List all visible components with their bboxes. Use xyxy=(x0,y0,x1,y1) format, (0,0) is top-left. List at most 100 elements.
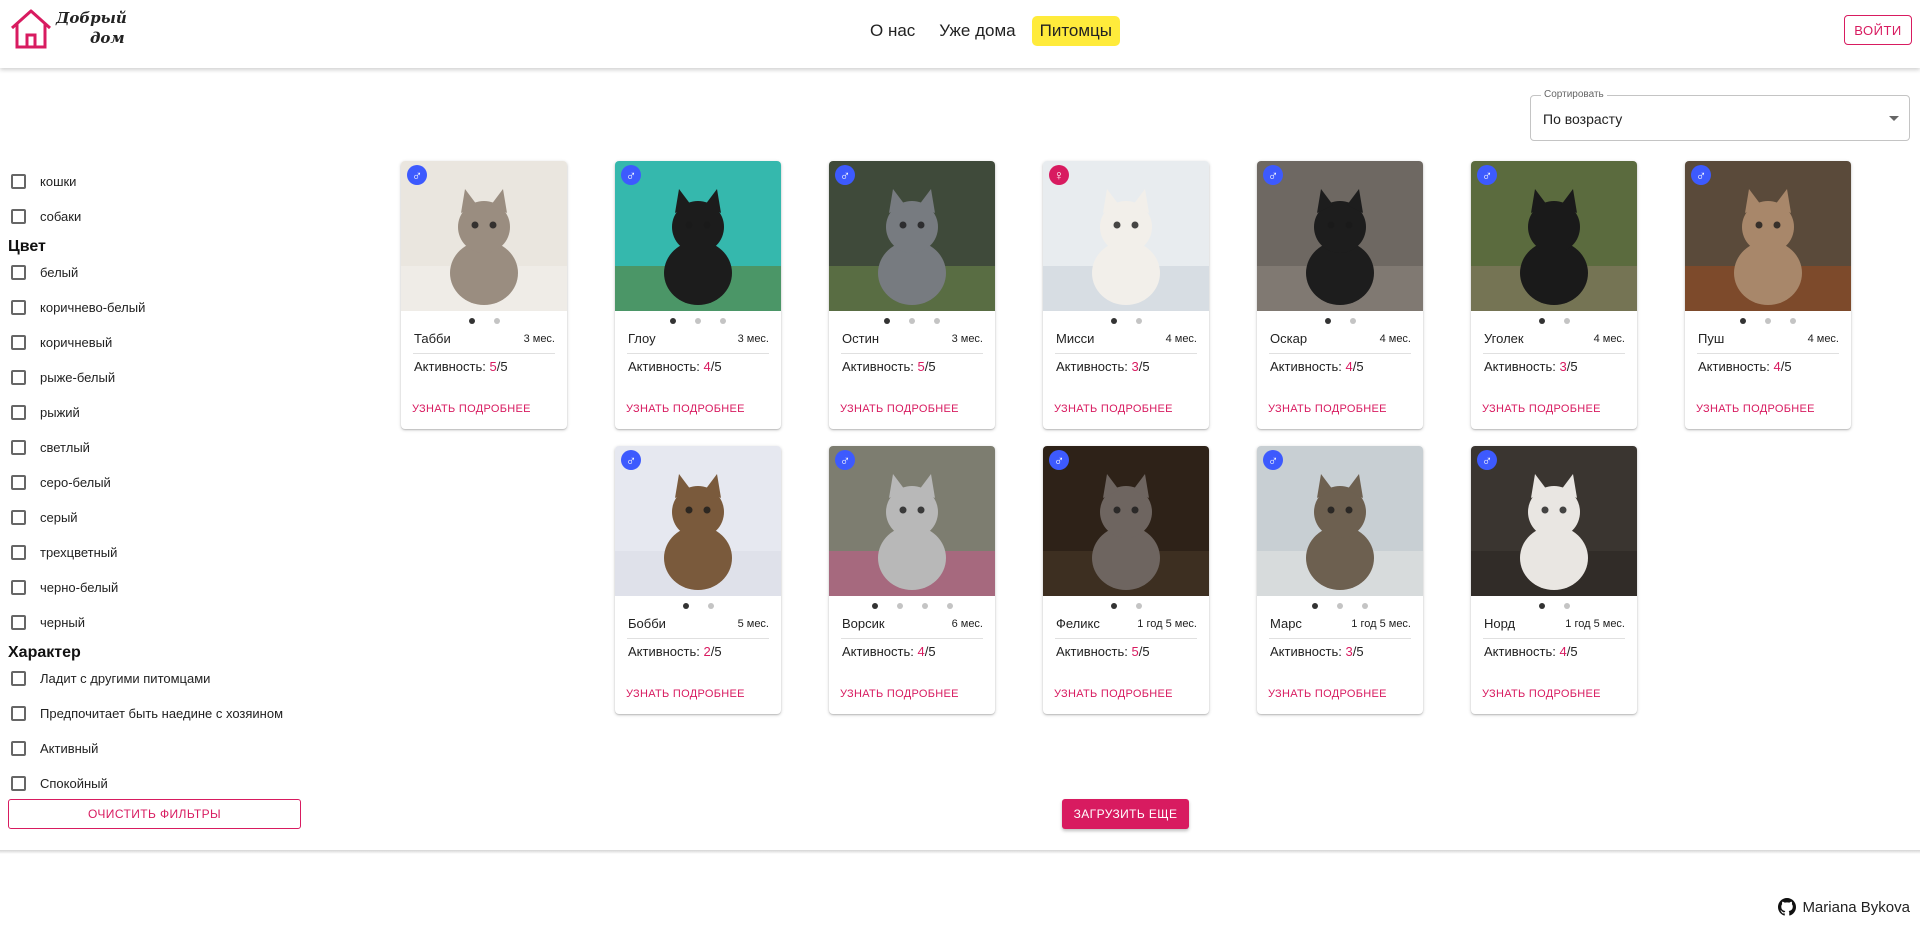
pet-photo[interactable]: ♂ xyxy=(829,446,995,596)
carousel-dot[interactable] xyxy=(1324,318,1331,324)
pet-photo[interactable]: ♂ xyxy=(1043,446,1209,596)
checkbox[interactable] xyxy=(11,671,26,686)
pet-card[interactable]: ♂ Табби 3 мес. Активность: 5/5 УЗНАТЬ ПОДРОБ… xyxy=(401,161,567,429)
carousel-dot[interactable] xyxy=(934,318,940,324)
color-filter-item[interactable]: серый xyxy=(8,500,308,535)
checkbox[interactable] xyxy=(11,405,26,420)
checkbox[interactable] xyxy=(11,706,26,721)
pet-photo[interactable]: ♂ xyxy=(615,161,781,311)
pet-card[interactable]: ♂ Норд 1 год 5 мес. Активность: 4/5 УЗНАТЬ П… xyxy=(1471,446,1637,714)
character-filter-item[interactable]: Спокойный xyxy=(8,766,308,801)
pet-card[interactable]: ♂ Пуш 4 мес. Активность: 4/5 УЗНАТЬ ПОДРОБНЕ… xyxy=(1685,161,1851,429)
checkbox[interactable] xyxy=(11,776,26,791)
color-filter-item[interactable]: серо-белый xyxy=(8,465,308,500)
pet-photo[interactable]: ♂ xyxy=(829,161,995,311)
pet-photo[interactable]: ♂ xyxy=(1257,161,1423,311)
checkbox[interactable] xyxy=(11,300,26,315)
learn-more-link[interactable]: УЗНАТЬ ПОДРОБНЕЕ xyxy=(412,403,531,415)
color-filter-item[interactable]: черно-белый xyxy=(8,570,308,605)
checkbox[interactable] xyxy=(11,580,26,595)
pet-card[interactable]: ♂ Ворсик 6 мес. Активность: 4/5 УЗНАТЬ ПОДРО… xyxy=(829,446,995,714)
pet-card[interactable]: ♂ Уголек 4 мес. Активность: 3/5 УЗНАТЬ ПОДРО… xyxy=(1471,161,1637,429)
learn-more-link[interactable]: УЗНАТЬ ПОДРОБНЕЕ xyxy=(1482,403,1601,415)
type-filter-item[interactable]: кошки xyxy=(8,164,308,199)
color-filter-item[interactable]: коричнево-белый xyxy=(8,290,308,325)
carousel-dot[interactable] xyxy=(946,603,953,609)
load-more-button[interactable]: ЗАГРУЗИТЬ ЕЩЕ xyxy=(1062,799,1189,829)
carousel-dot[interactable] xyxy=(1362,603,1368,609)
checkbox[interactable] xyxy=(11,615,26,630)
carousel-dot[interactable] xyxy=(1110,318,1117,324)
learn-more-link[interactable]: УЗНАТЬ ПОДРОБНЕЕ xyxy=(1268,688,1387,700)
carousel-dot[interactable] xyxy=(1765,318,1771,324)
color-filter-item[interactable]: светлый xyxy=(8,430,308,465)
color-filter-item[interactable]: коричневый xyxy=(8,325,308,360)
carousel-dot[interactable] xyxy=(896,603,903,609)
pet-card[interactable]: ♀ Мисси 4 мес. Активность: 3/5 УЗНАТЬ ПОДРОБ… xyxy=(1043,161,1209,429)
type-filter-item[interactable]: собаки xyxy=(8,199,308,234)
character-filter-item[interactable]: Предпочитает быть наедине с хозяином xyxy=(8,696,308,731)
checkbox[interactable] xyxy=(11,545,26,560)
carousel-dot[interactable] xyxy=(1538,603,1545,609)
carousel-dot[interactable] xyxy=(695,318,701,324)
checkbox[interactable] xyxy=(11,510,26,525)
carousel-dot[interactable] xyxy=(1349,318,1356,324)
character-filter-item[interactable]: Ладит с другими питомцами xyxy=(8,661,308,696)
checkbox[interactable] xyxy=(11,370,26,385)
checkbox[interactable] xyxy=(11,335,26,350)
learn-more-link[interactable]: УЗНАТЬ ПОДРОБНЕЕ xyxy=(1268,403,1387,415)
pet-card[interactable]: ♂ Феликс 1 год 5 мес. Активность: 5/5 УЗНАТЬ… xyxy=(1043,446,1209,714)
pet-photo[interactable]: ♂ xyxy=(1685,161,1851,311)
carousel-dot[interactable] xyxy=(1312,603,1318,609)
nav-about[interactable]: О нас xyxy=(862,16,923,46)
checkbox[interactable] xyxy=(11,209,26,224)
learn-more-link[interactable]: УЗНАТЬ ПОДРОБНЕЕ xyxy=(626,688,745,700)
clear-filters-button[interactable]: ОЧИСТИТЬ ФИЛЬТРЫ xyxy=(8,799,301,829)
pet-photo[interactable]: ♂ xyxy=(615,446,781,596)
pet-photo[interactable]: ♂ xyxy=(1471,161,1637,311)
learn-more-link[interactable]: УЗНАТЬ ПОДРОБНЕЕ xyxy=(1054,688,1173,700)
character-filter-item[interactable]: Активный xyxy=(8,731,308,766)
color-filter-item[interactable]: белый xyxy=(8,255,308,290)
pet-photo[interactable]: ♂ xyxy=(1257,446,1423,596)
learn-more-link[interactable]: УЗНАТЬ ПОДРОБНЕЕ xyxy=(1482,688,1601,700)
nav-already-home[interactable]: Уже дома xyxy=(931,16,1023,46)
pet-photo[interactable]: ♂ xyxy=(401,161,567,311)
pet-card[interactable]: ♂ Глоу 3 мес. Активность: 4/5 УЗНАТЬ ПОДРОБН… xyxy=(615,161,781,429)
carousel-dot[interactable] xyxy=(682,603,689,609)
pet-photo[interactable]: ♀ xyxy=(1043,161,1209,311)
learn-more-link[interactable]: УЗНАТЬ ПОДРОБНЕЕ xyxy=(626,403,745,415)
login-button[interactable]: ВОЙТИ xyxy=(1844,15,1912,45)
color-filter-item[interactable]: рыже-белый xyxy=(8,360,308,395)
carousel-dot[interactable] xyxy=(493,318,500,324)
sort-select[interactable]: Сортировать По возрасту xyxy=(1530,89,1910,141)
carousel-dot[interactable] xyxy=(707,603,714,609)
author-link[interactable]: Mariana Bykova xyxy=(1778,898,1910,916)
learn-more-link[interactable]: УЗНАТЬ ПОДРОБНЕЕ xyxy=(1696,403,1815,415)
checkbox[interactable] xyxy=(11,440,26,455)
carousel-dot[interactable] xyxy=(1538,318,1545,324)
carousel-dot[interactable] xyxy=(1337,603,1343,609)
pet-card[interactable]: ♂ Оскар 4 мес. Активность: 4/5 УЗНАТЬ ПОДРОБ… xyxy=(1257,161,1423,429)
pet-photo[interactable]: ♂ xyxy=(1471,446,1637,596)
checkbox[interactable] xyxy=(11,475,26,490)
color-filter-item[interactable]: черный xyxy=(8,605,308,640)
carousel-dot[interactable] xyxy=(1563,318,1570,324)
carousel-dot[interactable] xyxy=(468,318,475,324)
learn-more-link[interactable]: УЗНАТЬ ПОДРОБНЕЕ xyxy=(1054,403,1173,415)
carousel-dot[interactable] xyxy=(921,603,928,609)
checkbox[interactable] xyxy=(11,741,26,756)
carousel-dot[interactable] xyxy=(1135,318,1142,324)
carousel-dot[interactable] xyxy=(1740,318,1746,324)
carousel-dot[interactable] xyxy=(670,318,676,324)
carousel-dot[interactable] xyxy=(1110,603,1117,609)
nav-pets[interactable]: Питомцы xyxy=(1031,16,1121,46)
carousel-dot[interactable] xyxy=(909,318,915,324)
logo[interactable]: Добрый дом xyxy=(8,8,127,50)
carousel-dot[interactable] xyxy=(1135,603,1142,609)
pet-card[interactable]: ♂ Марс 1 год 5 мес. Активность: 3/5 УЗНАТЬ П… xyxy=(1257,446,1423,714)
pet-card[interactable]: ♂ Бобби 5 мес. Активность: 2/5 УЗНАТЬ ПОДРОБ… xyxy=(615,446,781,714)
carousel-dot[interactable] xyxy=(1563,603,1570,609)
carousel-dot[interactable] xyxy=(720,318,726,324)
pet-card[interactable]: ♂ Остин 3 мес. Активность: 5/5 УЗНАТЬ ПОДРОБ… xyxy=(829,161,995,429)
